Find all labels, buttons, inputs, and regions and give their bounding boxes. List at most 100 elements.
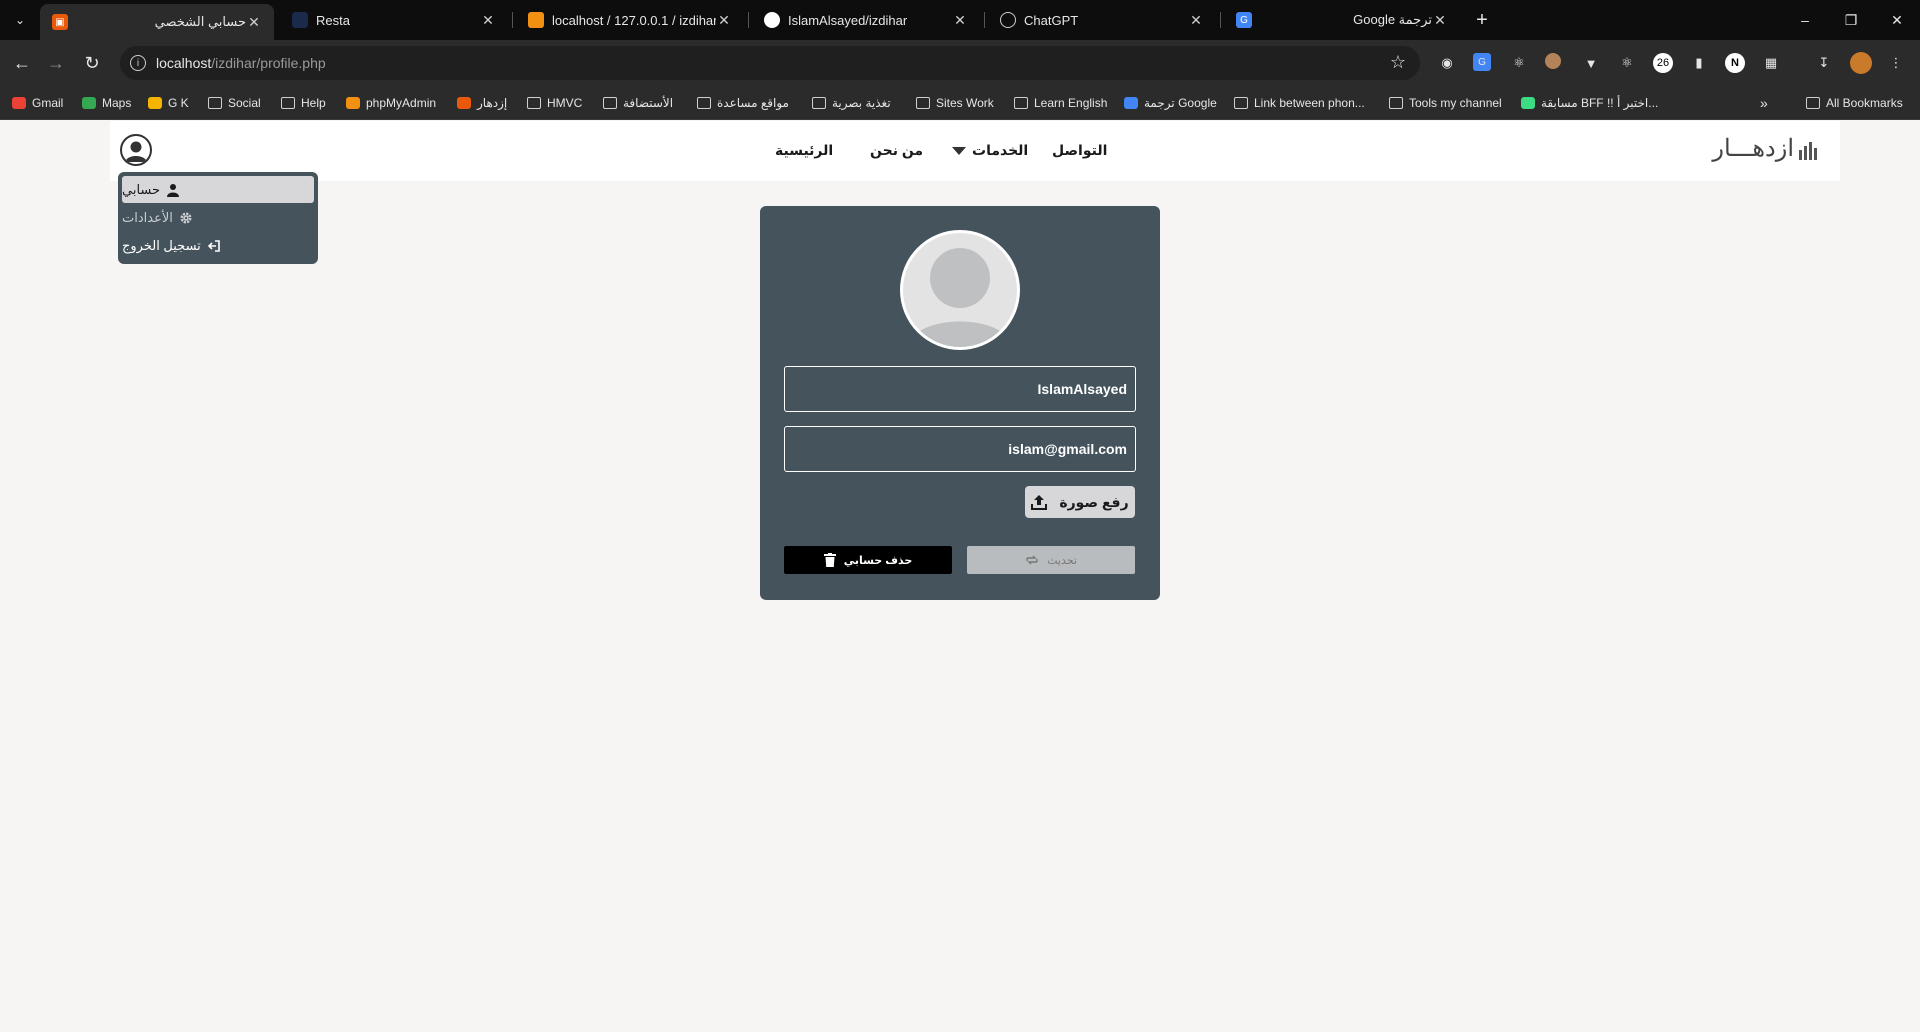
bookmark-folder-help-sites[interactable]: مواقع مساعدة	[697, 95, 789, 111]
folder-icon	[1014, 97, 1028, 109]
menu-item-logout[interactable]: تسجيل الخروج	[122, 232, 314, 259]
reload-icon[interactable]: ↻	[80, 51, 104, 75]
new-tab-plus-icon[interactable]: +	[1470, 8, 1494, 32]
github-favicon-icon	[764, 12, 780, 28]
upload-photo-label: رفع صورة	[1059, 493, 1129, 510]
close-tab-icon[interactable]: ✕	[952, 12, 968, 29]
bookmark-maps[interactable]: Maps	[82, 95, 131, 111]
logo-chart-icon	[1799, 142, 1817, 160]
tab-phpmyadmin[interactable]: localhost / 127.0.0.1 / izdihar / u ✕	[516, 4, 744, 36]
bookmark-gk[interactable]: G K	[148, 95, 189, 111]
user-dropdown-menu: حسابي الأعدادات تسجيل الخروج	[118, 172, 318, 264]
bookmark-folder-tools[interactable]: Tools my channel	[1389, 95, 1502, 111]
folder-icon	[281, 97, 295, 109]
close-window-icon[interactable]: ✕	[1874, 0, 1920, 40]
tab-title: ChatGPT	[1024, 12, 1079, 28]
close-tab-icon[interactable]: ✕	[716, 12, 732, 29]
tab-title: حسابي الشخصي	[154, 14, 246, 29]
profile-avatar-icon[interactable]	[1850, 52, 1872, 74]
maps-pin-icon	[82, 97, 96, 109]
profile-card: رفع صورة تحديث حذف حسابي	[760, 206, 1160, 600]
bookmark-bff-quiz[interactable]: مسابقة BFF !! اختبر أ...	[1521, 95, 1658, 111]
trash-icon	[823, 553, 836, 567]
bookmark-label: ترجمة Google	[1144, 96, 1217, 110]
update-label: تحديث	[1047, 554, 1077, 567]
email-input[interactable]	[784, 426, 1136, 472]
bookmark-gmail[interactable]: Gmail	[12, 95, 63, 111]
close-tab-icon[interactable]: ✕	[1188, 12, 1204, 29]
bookmark-folder-learn-english[interactable]: Learn English	[1014, 95, 1107, 111]
address-bar[interactable]: i localhost/izdihar/profile.php ☆	[120, 46, 1420, 80]
bookmark-label: Maps	[102, 96, 132, 110]
browser-tab-bar: ⌄ ▣ حسابي الشخصي ✕ Resta ✕ localhost / 1…	[0, 0, 1920, 40]
browser-menu-kebab-icon[interactable]: ⋮	[1886, 53, 1906, 73]
bookmark-star-icon[interactable]: ☆	[1390, 52, 1406, 73]
bookmark-folder-link-phone[interactable]: Link between phon...	[1234, 95, 1365, 111]
nav-about[interactable]: من نحن	[870, 142, 923, 159]
tab-profile[interactable]: ▣ حسابي الشخصي ✕	[40, 4, 274, 40]
bookmark-google-translate[interactable]: ترجمة Google	[1124, 95, 1217, 111]
download-icon[interactable]: ↧	[1814, 53, 1834, 73]
vue-extension-icon[interactable]: ▼	[1581, 53, 1601, 73]
bookmark-label: الأستضافة	[623, 96, 674, 110]
notion-extension-icon[interactable]: N	[1725, 53, 1745, 73]
react-extension-icon[interactable]: ⚛	[1509, 53, 1529, 73]
upload-photo-button[interactable]: رفع صورة	[1025, 486, 1135, 518]
folder-icon	[916, 97, 930, 109]
nav-services[interactable]: الخدمات	[952, 142, 1028, 159]
profile-picture[interactable]	[900, 230, 1020, 350]
bookmark-folder-social[interactable]: Social	[208, 95, 261, 111]
folder-icon	[1234, 97, 1248, 109]
xampp-favicon-icon: ▣	[52, 14, 68, 30]
google-translate-favicon-icon: G	[1236, 12, 1252, 28]
close-tab-icon[interactable]: ✕	[480, 12, 496, 29]
tab-google-translate[interactable]: G ترجمة Google ✕	[1224, 4, 1460, 36]
back-arrow-icon[interactable]: ←	[10, 51, 34, 75]
phpmyadmin-icon	[346, 97, 360, 109]
cookie-extension-icon[interactable]	[1545, 53, 1561, 69]
ai-extension-icon[interactable]: ⚛	[1617, 53, 1637, 73]
close-tab-icon[interactable]: ✕	[246, 14, 262, 31]
folder-icon	[1806, 97, 1820, 109]
delete-account-button[interactable]: حذف حسابي	[784, 546, 952, 574]
site-navbar: التواصل الخدمات من نحن الرئيسية ازدهـــا…	[110, 121, 1840, 181]
username-input[interactable]	[784, 366, 1136, 412]
tab-chatgpt[interactable]: ChatGPT ✕	[988, 4, 1216, 36]
bookmark-folder-hosting[interactable]: الأستضافة	[603, 95, 673, 111]
menu-item-settings[interactable]: الأعدادات	[122, 204, 314, 231]
site-info-icon[interactable]: i	[130, 55, 146, 71]
bookmark-folder-visual-feed[interactable]: تغذية بصرية	[812, 95, 891, 111]
menu-item-account[interactable]: حسابي	[122, 176, 314, 203]
bookmark-folder-hmvc[interactable]: HMVC	[527, 95, 582, 111]
tab-separator	[512, 12, 513, 28]
restore-icon[interactable]: ❐	[1828, 0, 1874, 40]
forward-arrow-icon[interactable]: →	[44, 51, 68, 75]
close-tab-icon[interactable]: ✕	[1432, 12, 1448, 29]
bookmark-label: G K	[168, 96, 189, 110]
tab-resta[interactable]: Resta ✕	[280, 4, 508, 36]
bookmark-folder-sites-work[interactable]: Sites Work	[916, 95, 994, 111]
tab-github[interactable]: IslamAlsayed/izdihar ✕	[752, 4, 980, 36]
translate-icon	[1124, 97, 1138, 109]
bookmark-label: Sites Work	[936, 96, 994, 110]
bookmark-folder-help[interactable]: Help	[281, 95, 326, 111]
camera-extension-icon[interactable]: ◉	[1437, 53, 1457, 73]
nav-contact[interactable]: التواصل	[1052, 142, 1107, 159]
translate-extension-icon[interactable]: G	[1473, 53, 1491, 71]
bookmark-label: Social	[228, 96, 261, 110]
all-bookmarks-folder[interactable]: All Bookmarks	[1806, 95, 1903, 111]
bookmark-phpmyadmin[interactable]: phpMyAdmin	[346, 95, 436, 111]
user-avatar-button[interactable]	[120, 134, 152, 166]
update-button[interactable]: تحديث	[967, 546, 1135, 574]
minimize-icon[interactable]: –	[1782, 0, 1828, 40]
bookmark-label: Link between phon...	[1254, 96, 1365, 110]
tab-search-chevron-icon[interactable]: ⌄	[8, 8, 32, 32]
more-bookmarks-chevron[interactable]: »	[1760, 95, 1768, 111]
keep-icon	[148, 97, 162, 109]
extension-badge-icon[interactable]: 26	[1653, 53, 1673, 73]
site-logo[interactable]: ازدهـــار	[1712, 134, 1794, 162]
bookmark-izdihar[interactable]: إزدهار	[457, 95, 507, 111]
extensions-puzzle-icon[interactable]: ▦	[1761, 53, 1781, 73]
nav-home[interactable]: الرئيسية	[775, 142, 833, 159]
screen-extension-icon[interactable]: ▮	[1689, 53, 1709, 73]
